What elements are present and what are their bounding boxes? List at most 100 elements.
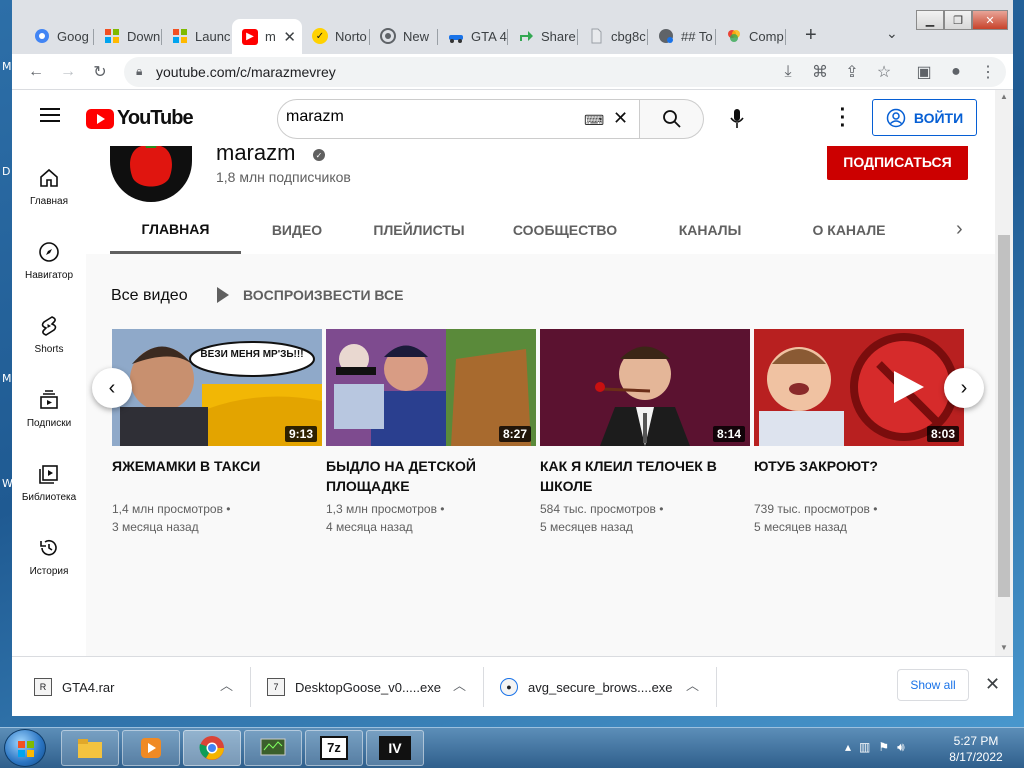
play-icon: [217, 287, 229, 303]
browser-tab[interactable]: Share: [508, 21, 578, 51]
tab-playlists[interactable]: ПЛЕЙЛИСТЫ: [353, 206, 485, 254]
shelf-previous-button[interactable]: ‹: [92, 368, 132, 408]
browser-tab[interactable]: ✓ Norto: [302, 21, 370, 51]
page-scrollbar[interactable]: ▲ ▼: [995, 90, 1013, 656]
taskbar-media-player[interactable]: [122, 730, 180, 766]
tab-search-chevron-icon[interactable]: ⌄: [886, 25, 898, 42]
tab-community[interactable]: СООБЩЕСТВО: [485, 206, 645, 254]
browser-tab[interactable]: Launc: [162, 21, 232, 51]
hamburger-menu-icon[interactable]: [40, 108, 60, 122]
bookmark-star-icon[interactable]: ☆: [872, 60, 896, 84]
clock-date: 8/17/2022: [949, 750, 1003, 764]
video-thumbnail[interactable]: 8:03: [754, 329, 964, 446]
translate-icon[interactable]: ⌘: [808, 60, 832, 84]
sidebar-item-home[interactable]: Главная: [12, 166, 86, 207]
scroll-down-icon[interactable]: ▼: [1000, 643, 1008, 652]
close-tab-icon[interactable]: ✕: [283, 28, 296, 46]
tab-videos[interactable]: ВИДЕО: [241, 206, 353, 254]
video-thumbnail[interactable]: 8:14: [540, 329, 750, 446]
start-button[interactable]: [4, 729, 46, 767]
forward-icon[interactable]: →: [56, 60, 80, 84]
volume-icon[interactable]: 🔊︎: [897, 740, 905, 755]
taskbar-clock[interactable]: 5:27 PM 8/17/2022: [940, 733, 1012, 765]
play-all-button[interactable]: ВОСПРОИЗВЕСТИ ВСЕ: [217, 287, 403, 303]
new-tab-icon[interactable]: +: [805, 24, 817, 47]
video-title[interactable]: КАК Я КЛЕИЛ ТЕЛОЧЕК В ШКОЛЕ: [540, 456, 750, 496]
tab-home[interactable]: ГЛАВНАЯ: [110, 206, 241, 254]
taskbar-chrome[interactable]: [183, 730, 241, 766]
back-icon[interactable]: ←: [24, 60, 48, 84]
sign-in-button[interactable]: ВОЙТИ: [872, 99, 977, 136]
scrollbar-thumb[interactable]: [998, 235, 1010, 597]
search-button[interactable]: [640, 99, 704, 139]
minimize-icon[interactable]: ▁: [916, 10, 944, 30]
scroll-up-icon[interactable]: ▲: [1000, 92, 1008, 101]
reload-icon[interactable]: ↻: [88, 60, 112, 84]
browser-tab[interactable]: New: [370, 21, 438, 51]
video-card[interactable]: 8:03 ЮТУБ ЗАКРОЮТ? 739 тыс. просмотров •…: [754, 329, 964, 536]
download-item[interactable]: ● avg_secure_brows....exe: [500, 674, 673, 700]
norton-icon: ✓: [312, 28, 328, 44]
download-item[interactable]: R GTA4.rar: [34, 674, 115, 700]
tab-label: Goog: [57, 28, 89, 44]
desktop-icon-label: M: [2, 60, 12, 73]
video-title[interactable]: БЫДЛО НА ДЕТСКОЙ ПЛОЩАДКЕ: [326, 456, 536, 496]
browser-tab-active[interactable]: ▶ m ✕: [232, 19, 302, 54]
youtube-logo[interactable]: YouTube: [86, 107, 194, 130]
sidebar-item-history[interactable]: История: [12, 536, 86, 577]
search-input[interactable]: [286, 108, 576, 126]
video-title[interactable]: ЯЖЕМАМКИ В ТАКСИ: [112, 456, 322, 496]
tab-about[interactable]: О КАНАЛЕ: [775, 206, 923, 254]
meta-separator: •: [873, 502, 878, 516]
chevron-right-icon[interactable]: ›: [956, 218, 963, 241]
video-card[interactable]: 8:14 КАК Я КЛЕИЛ ТЕЛОЧЕК В ШКОЛЕ 584 тыс…: [540, 329, 750, 536]
voice-search-button[interactable]: [720, 102, 754, 136]
shelf-next-button[interactable]: ›: [944, 368, 984, 408]
profile-icon[interactable]: ●: [944, 60, 968, 84]
taskbar-explorer[interactable]: [61, 730, 119, 766]
close-downloads-icon[interactable]: ✕: [985, 674, 1000, 695]
action-center-flag-icon[interactable]: ⚑: [878, 740, 889, 755]
tray-expand-icon[interactable]: ▴: [845, 740, 851, 755]
chevron-up-icon[interactable]: ︿: [686, 675, 699, 694]
sidebar-item-library[interactable]: Библиотека: [12, 462, 86, 503]
browser-tab[interactable]: Comp: [716, 21, 786, 51]
video-meta: 1,3 млн просмотров • 4 месяца назад: [326, 500, 536, 536]
clear-search-icon[interactable]: ✕: [613, 108, 628, 129]
tab-channels[interactable]: КАНАЛЫ: [645, 206, 775, 254]
side-panel-icon[interactable]: ▣: [912, 60, 936, 84]
browser-tab[interactable]: Down: [94, 21, 162, 51]
share-icon[interactable]: ⇪: [840, 60, 864, 84]
url-text[interactable]: youtube.com/c/marazmevrey: [156, 64, 336, 80]
keyboard-icon[interactable]: ⌨: [584, 112, 604, 129]
video-title[interactable]: ЮТУБ ЗАКРОЮТ?: [754, 456, 964, 496]
sidebar-item-explore[interactable]: Навигатор: [12, 240, 86, 281]
video-card[interactable]: ВЕЗИ МЕНЯ МР'ЗЬ!!! 9:13 ЯЖЕМАМКИ В ТАКСИ…: [112, 329, 322, 536]
sidebar-item-shorts[interactable]: Shorts: [12, 314, 86, 355]
video-thumbnail[interactable]: 8:27: [326, 329, 536, 446]
subscribe-button[interactable]: ПОДПИСАТЬСЯ: [827, 143, 968, 180]
browser-tab[interactable]: Goog: [24, 21, 94, 51]
gta4-icon: IV: [379, 736, 411, 760]
show-all-downloads-button[interactable]: Show all: [897, 669, 969, 701]
install-icon[interactable]: ⤓: [776, 60, 800, 84]
taskbar-network-app[interactable]: [244, 730, 302, 766]
sidebar-item-subscriptions[interactable]: Подписки: [12, 388, 86, 429]
chrome-menu-icon[interactable]: ⋮: [976, 60, 1000, 84]
video-thumbnail[interactable]: ВЕЗИ МЕНЯ МР'ЗЬ!!! 9:13: [112, 329, 322, 446]
browser-tab[interactable]: GTA 4: [438, 21, 508, 51]
chevron-up-icon[interactable]: ︿: [453, 675, 466, 694]
video-card[interactable]: 8:27 БЫДЛО НА ДЕТСКОЙ ПЛОЩАДКЕ 1,3 млн п…: [326, 329, 536, 536]
close-window-icon[interactable]: ✕: [972, 10, 1008, 30]
settings-menu-icon[interactable]: · · ·: [838, 100, 848, 136]
search-box[interactable]: ⌨ ✕: [277, 99, 640, 139]
taskbar-gta4[interactable]: IV: [366, 730, 424, 766]
browser-tab[interactable]: ## To: [648, 21, 716, 51]
chevron-up-icon[interactable]: ︿: [220, 675, 233, 694]
network-icon[interactable]: ▥: [859, 740, 870, 755]
share-icon: [518, 28, 534, 44]
taskbar-7zip[interactable]: 7z: [305, 730, 363, 766]
maximize-icon[interactable]: ❐: [944, 10, 972, 30]
browser-tab[interactable]: cbg8c: [578, 21, 648, 51]
download-item[interactable]: 7 DesktopGoose_v0.....exe: [267, 674, 441, 700]
